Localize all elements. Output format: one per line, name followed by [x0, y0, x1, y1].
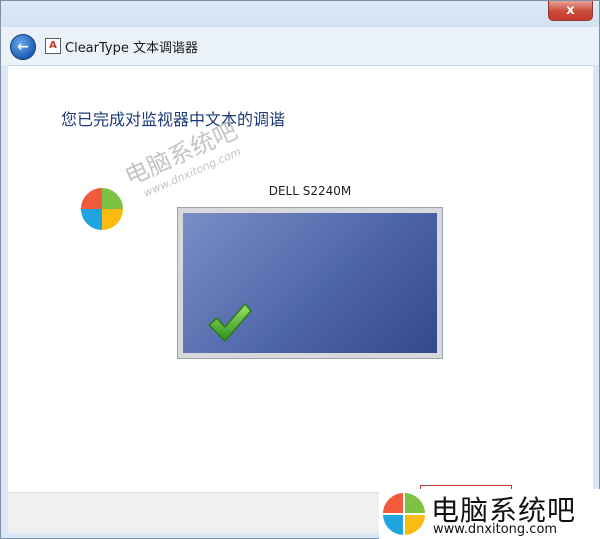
cleartype-app-icon: A — [45, 38, 61, 54]
monitor-name: DELL S2240M — [268, 184, 352, 198]
back-arrow-icon: ← — [17, 39, 29, 55]
page-heading: 您已完成对监视器中文本的调谐 — [61, 110, 286, 129]
badge-url: www.dnxitong.com — [433, 522, 558, 537]
app-icon-glyph: A — [49, 40, 57, 51]
windows-logo-icon — [382, 492, 426, 536]
monitor-preview — [177, 207, 443, 359]
close-icon: x — [566, 3, 575, 18]
back-button[interactable]: ← — [10, 34, 36, 60]
window-frame: x ← A ClearType 文本调谐器 您已完成对监视器中文本的调谐 DEL… — [0, 0, 600, 539]
window-title: ClearType 文本调谐器 — [65, 41, 198, 56]
green-checkmark-icon — [208, 303, 252, 342]
windows-logo-watermark-icon — [79, 186, 125, 232]
brand-badge: 电脑系统吧 www.dnxitong.com — [379, 489, 600, 539]
close-button[interactable]: x — [548, 1, 593, 21]
main-content: 您已完成对监视器中文本的调谐 DELL S2240M — [8, 65, 593, 493]
header-row: ← A ClearType 文本调谐器 — [1, 27, 599, 65]
title-bar: x — [1, 1, 599, 27]
